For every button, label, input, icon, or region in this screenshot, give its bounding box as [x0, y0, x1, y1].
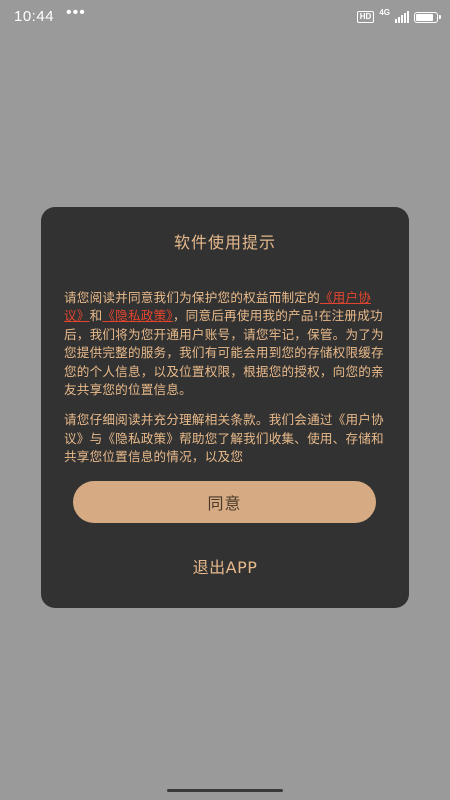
dialog-body-scroll[interactable]: 请您阅读并同意我们为保护您的权益而制定的《用户协议》和《隐私政策》，同意后再使用… — [64, 289, 386, 464]
dialog-title: 软件使用提示 — [173, 233, 276, 252]
network-type-label: 4G — [379, 8, 390, 17]
home-indicator[interactable] — [167, 789, 283, 792]
agree-button[interactable]: 同意 — [73, 481, 376, 523]
status-bar: 10:44 ••• HD 4G — [0, 0, 450, 34]
status-time: 10:44 — [14, 8, 55, 25]
signal-strength-icon — [395, 11, 409, 23]
battery-level-fill — [416, 13, 433, 21]
paragraph-1-conjunction: 和 — [89, 308, 103, 324]
dialog-paragraph-2: 请您仔细阅读并充分理解相关条款。我们会通过《用户协议》与《隐私政策》帮助您了解我… — [64, 412, 384, 464]
more-notifications-icon: ••• — [66, 4, 86, 21]
exit-app-button[interactable]: 退出APP — [41, 553, 409, 579]
privacy-policy-link[interactable]: 《隐私政策》 — [102, 308, 172, 323]
paragraph-1-prefix: 请您阅读并同意我们为保护您的权益而制定的 — [64, 290, 320, 305]
dialog-paragraph-1: 请您阅读并同意我们为保护您的权益而制定的《用户协议》和《隐私政策》，同意后再使用… — [64, 289, 386, 399]
battery-icon — [414, 11, 441, 23]
usage-notice-dialog: 软件使用提示 请您阅读并同意我们为保护您的权益而制定的《用户协议》和《隐私政策》… — [41, 207, 409, 608]
hd-badge: HD — [356, 11, 375, 23]
status-icons: HD 4G — [356, 8, 441, 25]
